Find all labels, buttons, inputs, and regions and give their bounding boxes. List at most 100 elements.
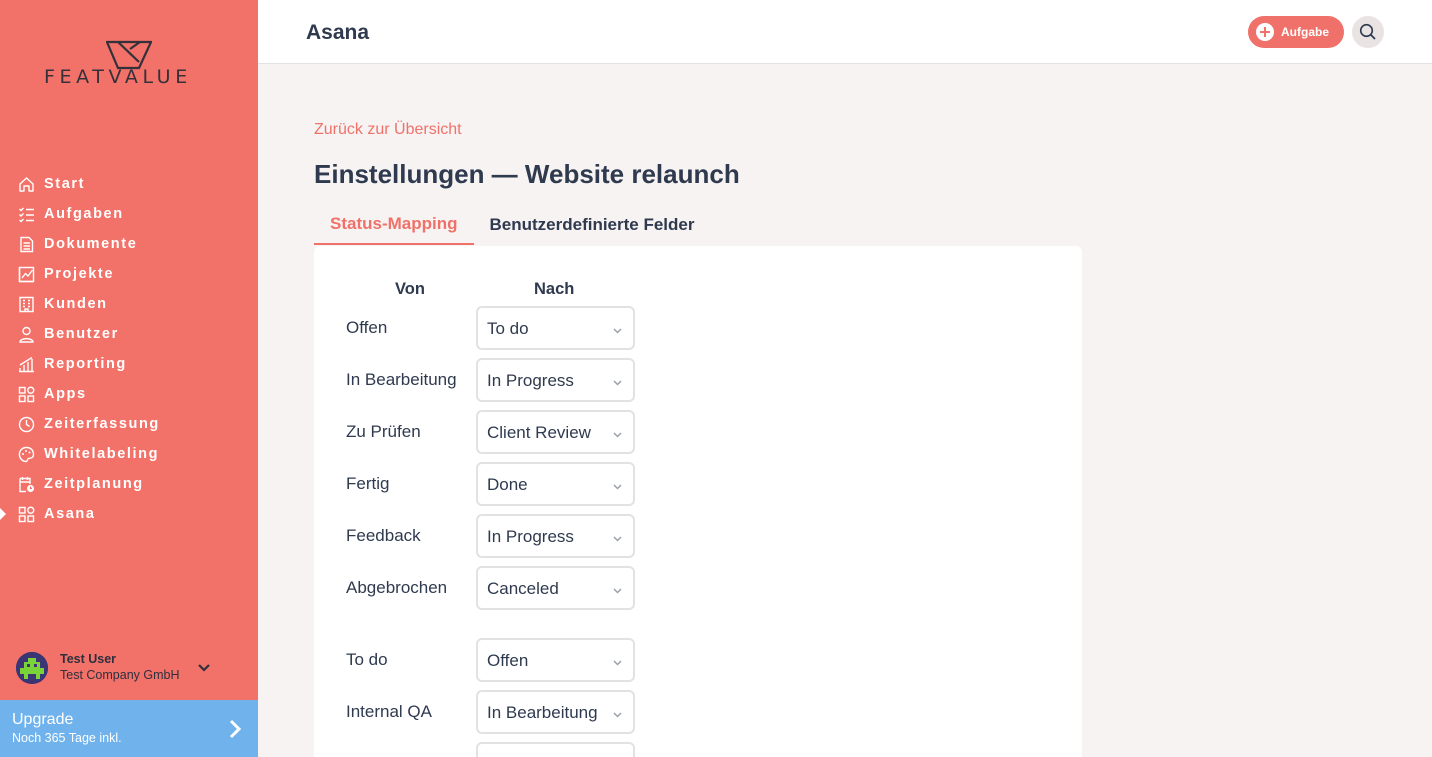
page-title: Einstellungen — Website relaunch [314, 159, 740, 189]
user-icon [18, 326, 35, 343]
sidebar-item-label: Aufgaben [44, 206, 124, 222]
upgrade-subtitle: Noch 365 Tage inkl. [12, 731, 122, 745]
user-name: Test User [60, 652, 117, 666]
status-to-select[interactable]: In Progress [476, 514, 635, 558]
column-header-from: Von [395, 280, 425, 298]
sidebar-item-label: Whitelabeling [44, 446, 160, 462]
column-header-to: Nach [534, 280, 575, 298]
sidebar-item-benutzer[interactable]: Benutzer [0, 319, 258, 349]
sidebar-item-label: Kunden [44, 296, 108, 312]
status-from-label: To do [346, 650, 388, 669]
status-from-label: Offen [346, 318, 388, 337]
chevron-down-icon [612, 375, 623, 386]
status-to-select[interactable]: To do [476, 306, 635, 350]
select-value: To do [487, 319, 529, 338]
status-to-select[interactable]: Client Review [476, 410, 635, 454]
mapping-row: Fertig Done [314, 462, 1082, 506]
status-to-select[interactable]: Offen [476, 638, 635, 682]
select-value: Canceled [487, 579, 559, 598]
logo-text: FEATVALUE [44, 66, 192, 88]
add-task-label: Aufgabe [1281, 25, 1329, 39]
tab-custom-fields[interactable]: Benutzerdefinierte Felder [474, 205, 711, 245]
chevron-down-icon [612, 479, 623, 490]
clock-icon [18, 416, 35, 433]
chevron-down-icon[interactable] [196, 660, 212, 676]
top-header: Asana Aufgabe [258, 0, 1432, 64]
select-value: In Bearbeitung [487, 703, 598, 722]
status-to-select[interactable]: Done [476, 462, 635, 506]
chevron-right-icon [226, 718, 244, 740]
chevron-down-icon [612, 531, 623, 542]
sidebar-item-dokumente[interactable]: Dokumente [0, 229, 258, 259]
apps-icon [18, 386, 35, 403]
sidebar-item-apps[interactable]: Apps [0, 379, 258, 409]
status-from-label: Feedback [346, 526, 421, 545]
status-to-select[interactable] [476, 742, 635, 757]
page-header-title: Asana [306, 21, 370, 44]
sidebar-item-zeiterfassung[interactable]: Zeiterfassung [0, 409, 258, 439]
building-icon [18, 296, 35, 313]
status-from-label: Internal QA [346, 702, 432, 721]
sidebar-item-label: Apps [44, 386, 87, 402]
sidebar-nav: Start Aufgaben Dokumente Projekte Kunden… [0, 169, 258, 529]
status-to-select[interactable]: Canceled [476, 566, 635, 610]
back-to-overview-link[interactable]: Zurück zur Übersicht [314, 121, 462, 139]
sidebar-item-projekte[interactable]: Projekte [0, 259, 258, 289]
search-button[interactable] [1352, 16, 1384, 48]
chevron-down-icon [612, 707, 623, 718]
sidebar-item-label: Start [44, 176, 86, 192]
status-mapping-card: Von Nach Offen To do In Bearbeitung In P… [314, 246, 1082, 757]
mapping-row: Feedback In Progress [314, 514, 1082, 558]
settings-tabs: Status-Mapping Benutzerdefinierte Felder [314, 205, 711, 245]
select-value: Client Review [487, 423, 591, 442]
status-to-select[interactable]: In Progress [476, 358, 635, 402]
sidebar-item-label: Benutzer [44, 326, 119, 342]
sidebar-item-label: Asana [44, 506, 96, 522]
user-menu[interactable]: Test User Test Company GmbH [0, 648, 258, 690]
mapping-row: Abgebrochen Canceled [314, 566, 1082, 610]
mapping-row: Zu Prüfen Client Review [314, 410, 1082, 454]
featvalue-logo[interactable]: FEATVALUE [40, 40, 218, 90]
status-from-label: Zu Prüfen [346, 422, 421, 441]
user-company: Test Company GmbH [60, 668, 180, 682]
select-value: Done [487, 475, 528, 494]
sidebar-item-start[interactable]: Start [0, 169, 258, 199]
tasks-icon [18, 206, 35, 223]
sidebar-item-label: Zeiterfassung [44, 416, 160, 432]
plus-icon [1256, 23, 1274, 41]
bar-chart-icon [18, 356, 35, 373]
tab-status-mapping[interactable]: Status-Mapping [314, 205, 474, 245]
upgrade-title: Upgrade [12, 711, 74, 728]
sidebar-item-zeitplanung[interactable]: Zeitplanung [0, 469, 258, 499]
mapping-row: In Bearbeitung In Progress [314, 358, 1082, 402]
select-value: In Progress [487, 371, 574, 390]
upgrade-banner[interactable]: Upgrade Noch 365 Tage inkl. [0, 700, 258, 757]
status-from-label: Abgebrochen [346, 578, 448, 597]
calendar-clock-icon [18, 476, 35, 493]
sidebar: FEATVALUE Start Aufgaben Dokumente Proje… [0, 0, 258, 757]
sidebar-item-aufgaben[interactable]: Aufgaben [0, 199, 258, 229]
reverse-mapping-row: Internal QA In Bearbeitung [314, 690, 1082, 734]
chevron-down-icon [612, 323, 623, 334]
sidebar-item-label: Projekte [44, 266, 115, 282]
sidebar-item-label: Reporting [44, 356, 127, 372]
sidebar-item-kunden[interactable]: Kunden [0, 289, 258, 319]
add-task-button[interactable]: Aufgabe [1248, 16, 1344, 48]
sidebar-item-label: Dokumente [44, 236, 138, 252]
sidebar-item-whitelabeling[interactable]: Whitelabeling [0, 439, 258, 469]
mapping-row: Offen To do [314, 306, 1082, 350]
chevron-down-icon [612, 655, 623, 666]
chevron-down-icon [612, 583, 623, 594]
status-from-label: In Bearbeitung [346, 370, 457, 389]
reverse-mapping-row: To do Offen [314, 638, 1082, 682]
status-to-select[interactable]: In Bearbeitung [476, 690, 635, 734]
sidebar-item-label: Zeitplanung [44, 476, 144, 492]
sidebar-item-reporting[interactable]: Reporting [0, 349, 258, 379]
document-icon [18, 236, 35, 253]
search-icon [1359, 23, 1376, 40]
sidebar-item-asana[interactable]: Asana [0, 499, 258, 529]
chevron-down-icon [612, 427, 623, 438]
select-value: Offen [487, 651, 529, 670]
status-from-label: Fertig [346, 474, 390, 493]
home-icon [18, 176, 35, 193]
